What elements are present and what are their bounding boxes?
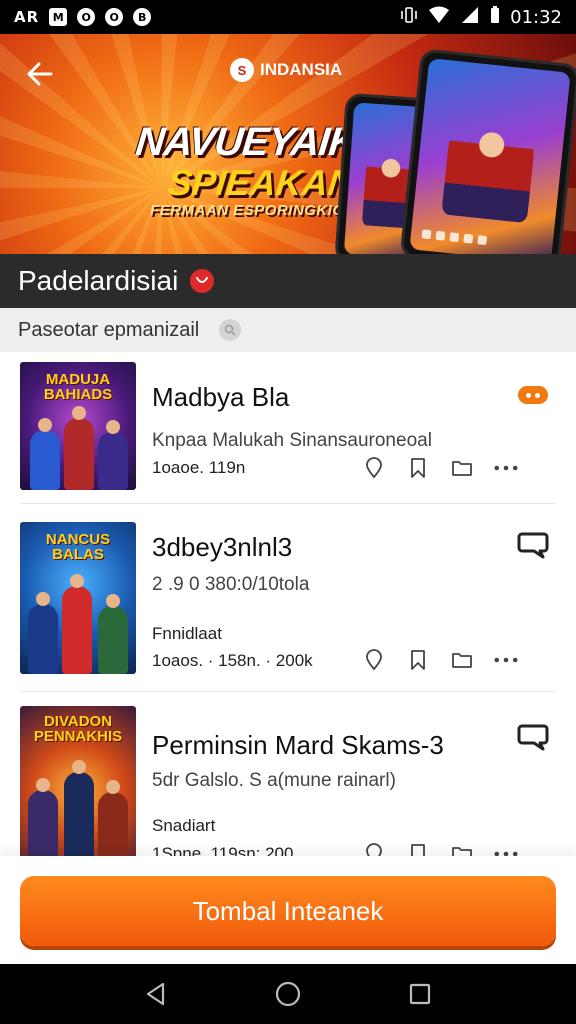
battery-icon xyxy=(490,5,500,29)
more-options-icon[interactable] xyxy=(494,648,518,672)
promo-banner[interactable]: S INDANSIA NAVUEYAIK SPIEAKAN FERMAAN ES… xyxy=(0,34,576,254)
brand-mark-icon: S xyxy=(230,58,254,82)
item-meta: Fnnidlaat xyxy=(152,624,222,643)
status-right: 01:32 xyxy=(400,5,562,29)
cta-area: Tombal Inteanek xyxy=(0,856,576,964)
game-list[interactable]: MADUJA BAHIADS Madbya Bla Knpaa Malukah … xyxy=(0,352,576,856)
banner-tagline: FERMAAN ESPORINGKIORS xyxy=(150,202,367,219)
notification-icon: O xyxy=(105,8,124,26)
back-button[interactable] xyxy=(20,54,60,94)
live-badge-icon xyxy=(190,269,215,293)
bookmark-icon[interactable] xyxy=(406,842,430,856)
comment-icon[interactable] xyxy=(516,722,550,752)
item-subtitle: 5dr Galslo. S a(mune rainarl) xyxy=(152,770,396,791)
more-badge-icon[interactable] xyxy=(516,380,550,410)
brand-name: INDANSIA xyxy=(260,60,343,79)
thumbnail-title: MADUJA BAHIADS xyxy=(43,371,113,403)
vibrate-icon xyxy=(400,6,418,29)
location-icon[interactable] xyxy=(362,648,386,672)
banner-headline: NAVUEYAIK xyxy=(133,120,360,164)
status-left: AR M O O B xyxy=(14,8,152,26)
game-thumbnail[interactable]: MADUJA BAHIADS xyxy=(20,362,136,490)
system-nav-bar xyxy=(0,964,576,1024)
banner-headline-secondary: SPIEAKAN xyxy=(165,162,357,203)
item-stats: 1Spne. 119sn: 200 xyxy=(152,844,294,856)
nav-home-icon[interactable] xyxy=(268,974,308,1014)
search-icon[interactable] xyxy=(219,319,242,341)
comment-icon[interactable] xyxy=(516,530,550,560)
game-thumbnail[interactable]: NANCUS BALAS xyxy=(20,522,136,674)
section-title: Padelardisiai xyxy=(18,265,179,296)
list-item[interactable]: NANCUS BALAS 3dbey3nlnl3 2 .9 0 380:0/10… xyxy=(0,504,576,692)
signal-icon xyxy=(460,6,480,29)
notification-icon: B xyxy=(133,8,152,26)
item-actions xyxy=(362,456,518,480)
thumbnail-title: DIVADON PENNAKHIS xyxy=(33,713,123,745)
more-options-icon[interactable] xyxy=(494,842,518,856)
item-title[interactable]: Madbya Bla xyxy=(152,382,289,413)
primary-cta-button[interactable]: Tombal Inteanek xyxy=(20,876,556,946)
brand-logo: S INDANSIA xyxy=(230,58,342,82)
thumbnail-title: NANCUS BALAS xyxy=(45,531,111,563)
status-bar: AR M O O B 01:32 xyxy=(0,0,576,34)
arrow-left-icon xyxy=(27,62,53,86)
filter-label: Paseotar epmanizail xyxy=(18,318,200,341)
bookmark-icon[interactable] xyxy=(406,648,430,672)
more-options-icon[interactable] xyxy=(494,456,518,480)
section-header: Padelardisiai xyxy=(0,254,576,308)
folder-icon[interactable] xyxy=(450,842,474,856)
folder-icon[interactable] xyxy=(450,648,474,672)
notification-icon: O xyxy=(77,8,96,26)
notification-icon: M xyxy=(49,8,68,26)
bookmark-icon[interactable] xyxy=(406,456,430,480)
item-stats: 1oaoe. 119n xyxy=(152,458,246,477)
item-actions xyxy=(362,648,518,672)
list-item[interactable]: DIVADON PENNAKHIS Perminsin Mard Skams-3… xyxy=(0,692,576,856)
phone-mockup xyxy=(399,48,576,254)
clock: 01:32 xyxy=(510,6,562,28)
item-stats: 1oaos. · 158n. · 200k xyxy=(152,651,313,670)
nav-back-icon[interactable] xyxy=(136,974,176,1014)
item-meta: Snadiart xyxy=(152,816,216,835)
location-icon[interactable] xyxy=(362,842,386,856)
item-subtitle: Knpaa Malukah Sinansauroneoal xyxy=(152,430,432,451)
list-item[interactable]: MADUJA BAHIADS Madbya Bla Knpaa Malukah … xyxy=(0,352,576,504)
game-thumbnail[interactable]: DIVADON PENNAKHIS xyxy=(20,706,136,856)
nav-recents-icon[interactable] xyxy=(400,974,440,1014)
location-icon[interactable] xyxy=(362,456,386,480)
item-title[interactable]: 3dbey3nlnl3 xyxy=(152,532,292,563)
item-actions xyxy=(362,842,518,856)
item-subtitle: 2 .9 0 380:0/10tola xyxy=(152,574,310,595)
item-title[interactable]: Perminsin Mard Skams-3 xyxy=(152,730,444,761)
carrier-label: AR xyxy=(14,8,40,26)
filter-bar[interactable]: Paseotar epmanizail xyxy=(0,308,576,352)
wifi-icon xyxy=(428,6,450,29)
folder-icon[interactable] xyxy=(450,456,474,480)
